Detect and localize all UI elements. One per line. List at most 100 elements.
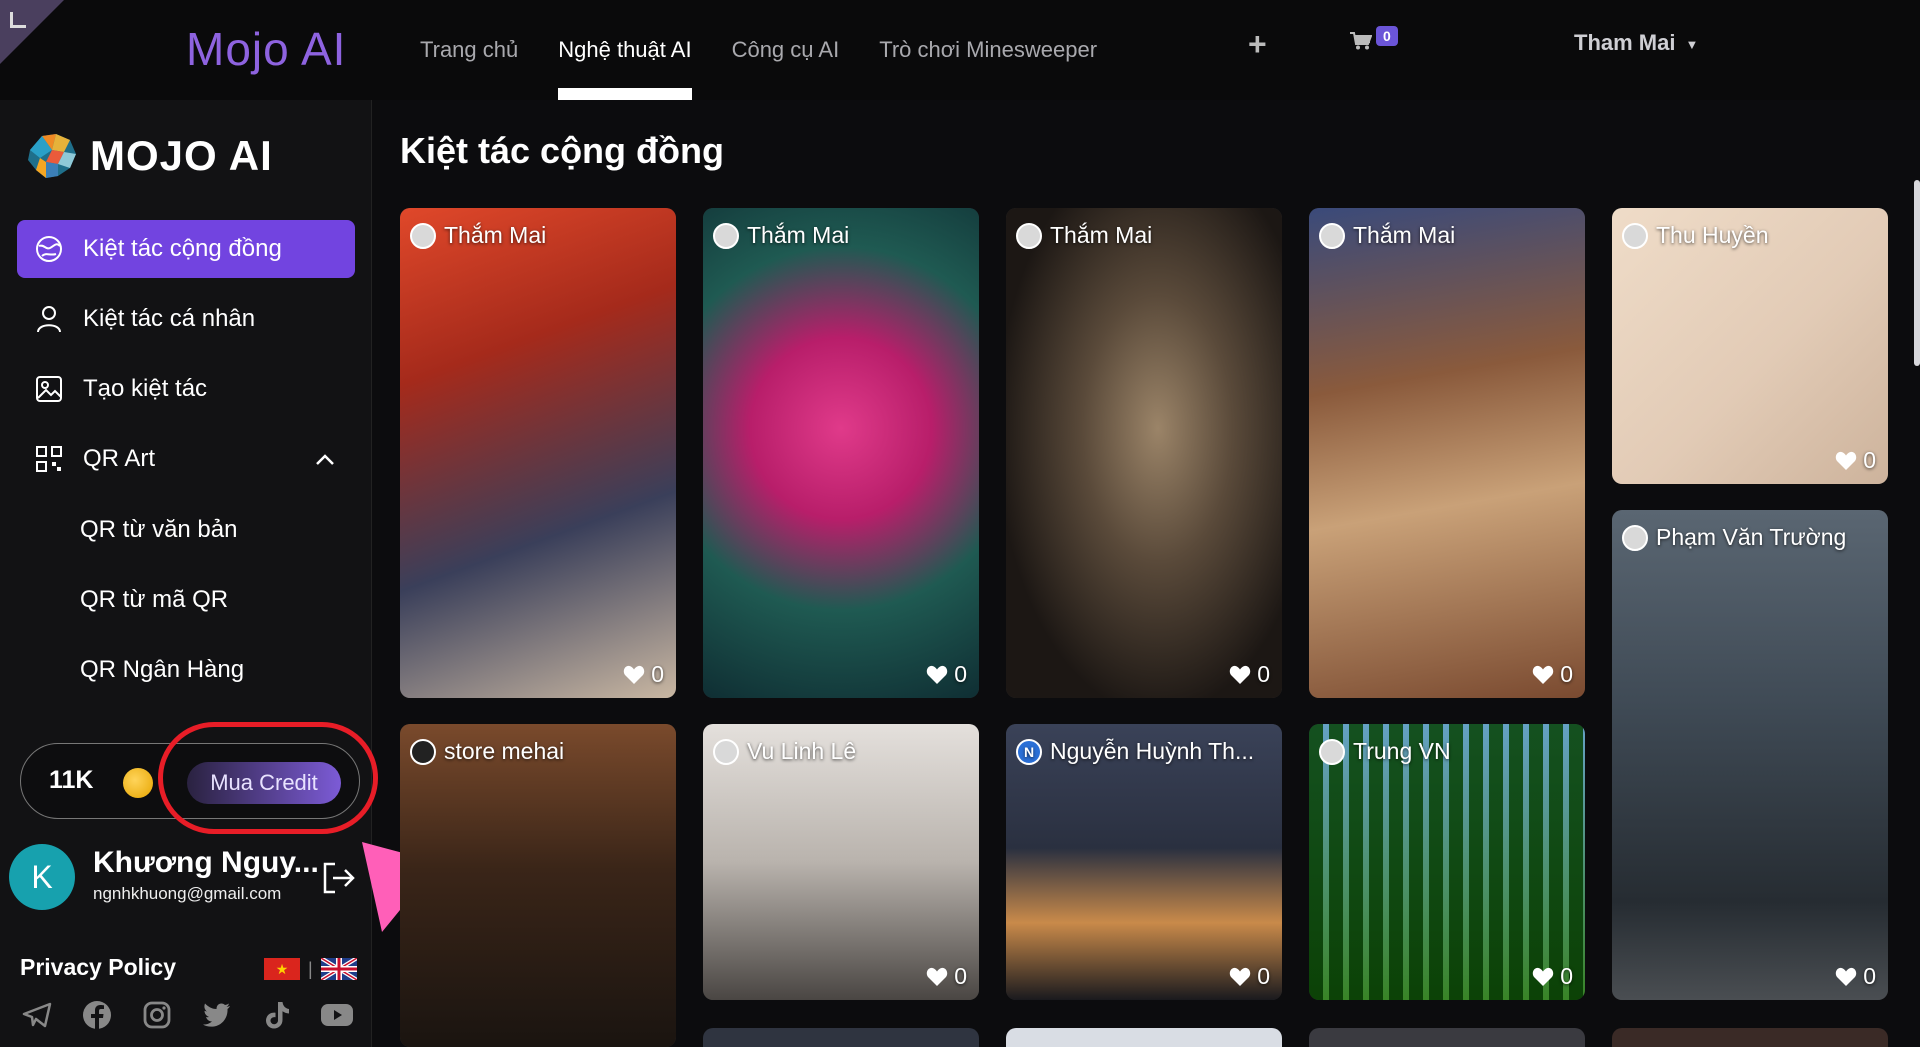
heart-icon — [1229, 665, 1251, 684]
brand-logo[interactable]: Mojo AI — [186, 22, 346, 76]
youtube-icon[interactable] — [320, 998, 354, 1032]
sidebar-item-create[interactable]: Tạo kiệt tác — [17, 360, 355, 418]
gallery-card[interactable] — [1612, 1028, 1888, 1047]
sidebar-item-community[interactable]: Kiệt tác cộng đồng — [17, 220, 355, 278]
like-button[interactable]: 0 — [1532, 661, 1573, 688]
gallery-card[interactable]: store mehai — [400, 724, 676, 1047]
main-content: Kiệt tác cộng đồng Thắm Mai 0 store meha… — [372, 100, 1920, 1047]
card-author[interactable]: Trung VN — [1319, 738, 1451, 765]
flag-divider: | — [308, 958, 313, 979]
sidebar-menu: Kiệt tác cộng đồng Kiệt tác cá nhân Tạo … — [17, 220, 355, 710]
logout-icon[interactable] — [319, 858, 359, 898]
card-author[interactable]: Vu Linh Lê — [713, 738, 856, 765]
like-button[interactable]: 0 — [1229, 963, 1270, 990]
card-author[interactable]: Thắm Mai — [713, 222, 849, 249]
sidebar-item-label: Kiệt tác cá nhân — [83, 305, 256, 332]
gallery-card[interactable]: Thắm Mai 0 — [703, 208, 979, 698]
user-menu-dropdown[interactable]: Tham Mai ▼ — [1574, 30, 1698, 56]
card-author[interactable]: Thu Huyền — [1622, 222, 1769, 249]
like-count: 0 — [1560, 963, 1573, 989]
artwork-image — [703, 208, 979, 698]
card-author-name: Vu Linh Lê — [747, 738, 857, 764]
gallery-card[interactable] — [1309, 1028, 1585, 1047]
gallery-card[interactable]: Thắm Mai 0 — [1309, 208, 1585, 698]
account-panel: K Khương Nguy... ngnhkhuong@gmail.com — [9, 842, 369, 912]
artwork-image — [400, 724, 676, 1047]
card-author[interactable]: store mehai — [410, 738, 564, 765]
like-button[interactable]: 0 — [926, 661, 967, 688]
twitter-icon[interactable] — [200, 998, 234, 1032]
like-button[interactable]: 0 — [1835, 447, 1876, 474]
cart-icon[interactable] — [1350, 32, 1372, 50]
gallery-card[interactable]: N Nguyễn Huỳnh Th... 0 — [1006, 724, 1282, 1000]
facebook-icon[interactable] — [80, 998, 114, 1032]
chevron-up-icon[interactable] — [315, 445, 335, 473]
vietnam-flag-icon[interactable]: ★ — [264, 958, 300, 980]
like-count: 0 — [651, 661, 664, 687]
card-author-name: Trung VN — [1353, 738, 1451, 764]
card-author-name: Thắm Mai — [444, 222, 547, 248]
sidebar-subitem-qr-from-qr[interactable]: QR từ mã QR — [17, 570, 355, 630]
sidebar-subitem-qr-bank[interactable]: QR Ngân Hàng — [17, 640, 355, 700]
gallery-card[interactable]: Phạm Văn Trường 0 — [1612, 510, 1888, 1000]
gallery-card[interactable] — [1006, 1028, 1282, 1047]
uk-flag-icon[interactable] — [320, 958, 357, 980]
social-links — [20, 998, 354, 1032]
author-avatar — [1622, 524, 1648, 551]
like-button[interactable]: 0 — [623, 661, 664, 688]
card-author-name: Thu Huyền — [1656, 222, 1769, 248]
nav-home[interactable]: Trang chủ — [400, 0, 538, 100]
gallery-card[interactable]: Vu Linh Lê 0 — [703, 724, 979, 1000]
gallery-card[interactable]: Trung VN 0 — [1309, 724, 1585, 1000]
corner-bracket-icon — [10, 12, 26, 28]
author-avatar — [1016, 222, 1042, 249]
author-avatar — [410, 738, 436, 765]
card-author-name: Nguyễn Huỳnh Th... — [1050, 738, 1255, 764]
nav-ai-art[interactable]: Nghệ thuật AI — [538, 0, 711, 100]
card-author[interactable]: Thắm Mai — [410, 222, 546, 249]
card-author-name: Phạm Văn Trường — [1656, 524, 1847, 550]
scrollbar-thumb[interactable] — [1914, 180, 1920, 366]
privacy-policy-link[interactable]: Privacy Policy — [20, 954, 176, 981]
artwork-image — [1006, 724, 1282, 1000]
user-icon — [31, 304, 67, 334]
sidebar-logo[interactable]: MOJO AI — [24, 130, 273, 182]
heart-icon — [1229, 967, 1251, 986]
like-count: 0 — [1257, 661, 1270, 687]
instagram-icon[interactable] — [140, 998, 174, 1032]
gallery-card[interactable]: Thắm Mai 0 — [400, 208, 676, 698]
plus-icon[interactable]: + — [1248, 26, 1267, 63]
telegram-icon[interactable] — [20, 998, 54, 1032]
nav-ai-tools[interactable]: Công cụ AI — [712, 0, 860, 100]
like-count: 0 — [954, 661, 967, 687]
sidebar-subitem-qr-text[interactable]: QR từ văn bản — [17, 500, 355, 560]
card-author[interactable]: Thắm Mai — [1016, 222, 1152, 249]
gallery-card[interactable]: Thu Huyền 0 — [1612, 208, 1888, 484]
author-avatar — [713, 738, 739, 765]
heart-icon — [623, 665, 645, 684]
card-author[interactable]: Thắm Mai — [1319, 222, 1455, 249]
card-author-name: Thắm Mai — [1050, 222, 1153, 248]
gallery-card[interactable]: Thắm Mai 0 — [1006, 208, 1282, 698]
sidebar-item-qr-art[interactable]: QR Art — [17, 430, 355, 488]
heart-icon — [1532, 967, 1554, 986]
heart-icon — [926, 665, 948, 684]
card-author-name: Thắm Mai — [747, 222, 850, 248]
top-navbar: Mojo AI Trang chủ Nghệ thuật AI Công cụ … — [0, 0, 1920, 100]
sidebar-item-personal[interactable]: Kiệt tác cá nhân — [17, 290, 355, 348]
gallery-card[interactable] — [703, 1028, 979, 1047]
tiktok-icon[interactable] — [260, 998, 294, 1032]
sidebar-item-label: QR Art — [83, 445, 156, 472]
like-button[interactable]: 0 — [1532, 963, 1573, 990]
artwork-image — [1612, 208, 1888, 484]
author-avatar — [1319, 222, 1345, 249]
avatar[interactable]: K — [9, 844, 75, 910]
like-button[interactable]: 0 — [1835, 963, 1876, 990]
like-button[interactable]: 0 — [926, 963, 967, 990]
like-count: 0 — [954, 963, 967, 989]
nav-minesweeper[interactable]: Trò chơi Minesweeper — [859, 0, 1117, 100]
like-button[interactable]: 0 — [1229, 661, 1270, 688]
card-author[interactable]: Phạm Văn Trường — [1622, 524, 1846, 551]
card-author[interactable]: N Nguyễn Huỳnh Th... — [1016, 738, 1254, 765]
like-count: 0 — [1560, 661, 1573, 687]
